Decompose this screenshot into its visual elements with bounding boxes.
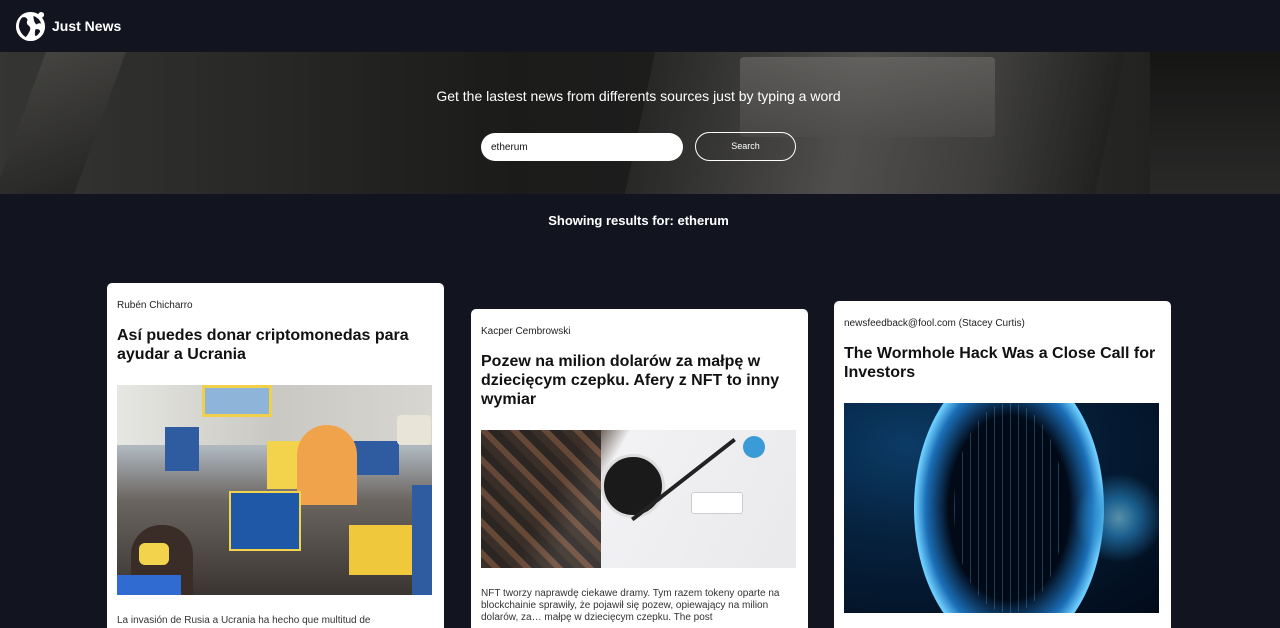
hero-tagline: Get the lastest news from differents sou… (436, 88, 841, 104)
brand-name[interactable]: Just News (52, 18, 121, 34)
news-card[interactable]: newsfeedback@fool.com (Stacey Curtis) Th… (834, 301, 1171, 628)
card-title[interactable]: The Wormhole Hack Was a Close Call for I… (844, 344, 1161, 382)
navbar: Just News (0, 0, 1280, 52)
search-input[interactable] (481, 133, 683, 161)
news-card[interactable]: Kacper Cembrowski Pozew na milion dolaró… (471, 309, 808, 628)
news-card[interactable]: Rubén Chicharro Así puedes donar criptom… (107, 283, 444, 628)
card-title[interactable]: Pozew na milion dolarów za małpę w dziec… (481, 352, 798, 409)
card-title[interactable]: Así puedes donar criptomonedas para ayud… (117, 326, 434, 364)
card-description: La invasión de Rusia a Ucrania ha hecho … (117, 615, 371, 626)
card-author: newsfeedback@fool.com (Stacey Curtis) (844, 318, 1025, 329)
card-author: Kacper Cembrowski (481, 326, 571, 337)
hero-banner: Get the lastest news from differents sou… (0, 52, 1280, 194)
card-author: Rubén Chicharro (117, 300, 193, 311)
globe-icon[interactable] (14, 10, 47, 43)
card-image[interactable] (481, 430, 796, 568)
hero-overlay (0, 52, 1280, 194)
results-heading: Showing results for: etherum (548, 213, 729, 228)
card-image[interactable] (117, 385, 432, 595)
search-button[interactable]: Search (695, 132, 796, 161)
card-description: NFT tworzy naprawdę ciekawe dramy. Tym r… (481, 588, 780, 623)
card-image[interactable] (844, 403, 1159, 613)
